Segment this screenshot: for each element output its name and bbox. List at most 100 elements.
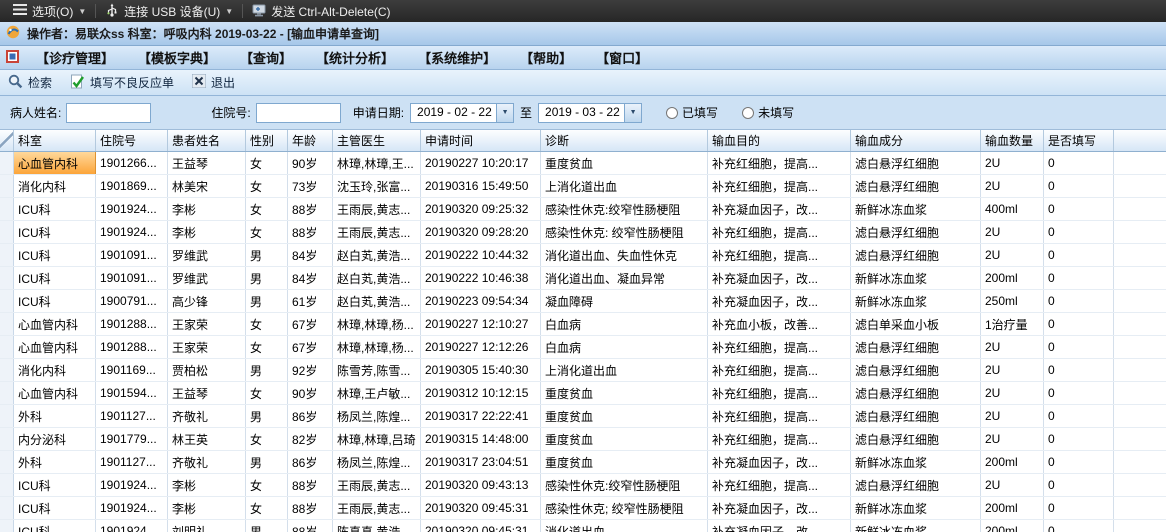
table-cell[interactable]: 新鲜冰冻血浆 — [851, 451, 981, 473]
table-cell[interactable]: 20190317 23:04:51 — [421, 451, 541, 473]
menu-item-statistics[interactable]: 【统计分析】 — [305, 48, 405, 67]
row-selector[interactable] — [0, 520, 14, 532]
table-cell[interactable]: 0 — [1044, 336, 1114, 358]
table-cell[interactable]: 86岁 — [288, 405, 333, 427]
table-cell[interactable]: 20190227 12:12:26 — [421, 336, 541, 358]
table-cell[interactable]: 陈真真,黄浩... — [333, 520, 421, 532]
table-cell[interactable]: 1901779... — [96, 428, 168, 450]
table-cell[interactable]: 90岁 — [288, 152, 333, 174]
table-cell[interactable]: 0 — [1044, 244, 1114, 266]
table-cell[interactable]: ICU科 — [14, 244, 96, 266]
table-cell[interactable]: 齐敬礼 — [168, 451, 246, 473]
row-selector[interactable] — [0, 267, 14, 289]
table-cell[interactable]: 林璋,林璋,杨... — [333, 336, 421, 358]
table-cell[interactable]: 补充红细胞，提高... — [708, 359, 851, 381]
table-cell[interactable]: 补充红细胞，提高... — [708, 405, 851, 427]
table-cell[interactable]: 88岁 — [288, 198, 333, 220]
table-cell[interactable]: 20190222 10:44:32 — [421, 244, 541, 266]
options-menu-button[interactable]: 选项(O) ▼ — [4, 0, 95, 22]
table-cell[interactable]: 84岁 — [288, 244, 333, 266]
select-all-header[interactable] — [0, 130, 14, 151]
table-cell[interactable]: 补充红细胞，提高... — [708, 474, 851, 496]
table-cell[interactable]: 王益琴 — [168, 152, 246, 174]
table-cell[interactable]: 新鲜冰冻血浆 — [851, 497, 981, 519]
column-header[interactable]: 主管医生 — [333, 130, 421, 151]
column-header[interactable]: 输血成分 — [851, 130, 981, 151]
table-cell[interactable]: 2U — [981, 152, 1044, 174]
table-cell[interactable]: 0 — [1044, 520, 1114, 532]
table-cell[interactable]: 滤白单采血小板 — [851, 313, 981, 335]
table-cell[interactable]: 67岁 — [288, 313, 333, 335]
table-cell[interactable]: 王雨辰,黄志... — [333, 198, 421, 220]
table-cell[interactable]: 女 — [246, 474, 288, 496]
table-row[interactable]: ICU科 1900791... 高少锋男 61岁 赵白芄,黄浩... 20190223 0… — [0, 290, 1166, 313]
table-cell[interactable]: 林璋,林璋,王... — [333, 152, 421, 174]
table-cell[interactable]: 67岁 — [288, 336, 333, 358]
table-cell[interactable]: 1901288... — [96, 313, 168, 335]
column-header[interactable]: 诊断 — [541, 130, 708, 151]
column-header[interactable]: 年龄 — [288, 130, 333, 151]
date-to-dropdown-button[interactable]: ▼ — [624, 103, 642, 122]
table-cell[interactable]: 心血管内科 — [14, 313, 96, 335]
table-cell[interactable]: 重度贫血 — [541, 405, 708, 427]
table-cell[interactable]: 滤白悬浮红细胞 — [851, 336, 981, 358]
table-cell[interactable]: 补充红细胞，提高... — [708, 336, 851, 358]
table-row[interactable]: 内分泌科 1901779... 林王英女 82岁 林璋,林璋,吕琦 20190315 14… — [0, 428, 1166, 451]
table-cell[interactable]: ICU科 — [14, 474, 96, 496]
table-cell[interactable]: ICU科 — [14, 497, 96, 519]
table-cell[interactable]: 滤白悬浮红细胞 — [851, 474, 981, 496]
table-cell[interactable]: 1901924... — [96, 198, 168, 220]
table-cell[interactable]: 重度贫血 — [541, 382, 708, 404]
column-header[interactable]: 科室 — [14, 130, 96, 151]
table-cell[interactable]: ICU科 — [14, 198, 96, 220]
row-selector[interactable] — [0, 290, 14, 312]
table-cell[interactable]: 补充红细胞，提高... — [708, 175, 851, 197]
row-selector[interactable] — [0, 359, 14, 381]
table-cell[interactable]: 滤白悬浮红细胞 — [851, 405, 981, 427]
table-cell[interactable]: 200ml — [981, 267, 1044, 289]
table-cell[interactable]: 73岁 — [288, 175, 333, 197]
table-cell[interactable]: 男 — [246, 451, 288, 473]
table-cell[interactable]: 补充红细胞，提高... — [708, 221, 851, 243]
table-cell[interactable]: 女 — [246, 336, 288, 358]
menu-item-system-maintenance[interactable]: 【系统维护】 — [407, 48, 507, 67]
table-cell[interactable]: 王益琴 — [168, 382, 246, 404]
table-cell[interactable]: 李彬 — [168, 221, 246, 243]
table-cell[interactable]: 1901924... — [96, 221, 168, 243]
table-cell[interactable]: 消化内科 — [14, 359, 96, 381]
table-cell[interactable]: 1901924... — [96, 474, 168, 496]
menu-item-query[interactable]: 【查询】 — [229, 48, 303, 67]
table-cell[interactable]: 滤白悬浮红细胞 — [851, 382, 981, 404]
table-cell[interactable]: 心血管内科 — [14, 152, 96, 174]
table-cell[interactable]: 感染性休克:绞窄性肠梗阻 — [541, 198, 708, 220]
table-cell[interactable]: 92岁 — [288, 359, 333, 381]
table-cell[interactable]: 20190320 09:25:32 — [421, 198, 541, 220]
table-cell[interactable]: 女 — [246, 221, 288, 243]
table-row[interactable]: 消化内科 1901169... 贾柏松男 92岁 陈雪芳,陈雪... 20190305 1… — [0, 359, 1166, 382]
table-cell[interactable]: 2U — [981, 428, 1044, 450]
table-cell[interactable]: 消化道出血、失血性休克 — [541, 244, 708, 266]
menu-item-window[interactable]: 【窗口】 — [585, 48, 659, 67]
table-cell[interactable]: 1901127... — [96, 451, 168, 473]
date-from-dropdown-button[interactable]: ▼ — [496, 103, 514, 122]
table-cell[interactable]: 90岁 — [288, 382, 333, 404]
menu-item-template-dictionary[interactable]: 【模板字典】 — [127, 48, 227, 67]
row-selector[interactable] — [0, 175, 14, 197]
table-cell[interactable]: 1901266... — [96, 152, 168, 174]
table-cell[interactable]: 新鲜冰冻血浆 — [851, 267, 981, 289]
table-cell[interactable]: 1901288... — [96, 336, 168, 358]
column-header[interactable]: 性别 — [246, 130, 288, 151]
table-cell[interactable]: 1901924... — [96, 497, 168, 519]
table-cell[interactable]: 白血病 — [541, 313, 708, 335]
table-cell[interactable]: 1901091... — [96, 244, 168, 266]
table-cell[interactable]: 李彬 — [168, 198, 246, 220]
admission-no-input[interactable] — [255, 102, 341, 123]
fill-adverse-reaction-button[interactable]: 填写不良反应单 — [70, 74, 174, 92]
table-cell[interactable]: 心血管内科 — [14, 382, 96, 404]
table-cell[interactable]: 88岁 — [288, 474, 333, 496]
table-cell[interactable]: 补充血小板，改善... — [708, 313, 851, 335]
table-cell[interactable]: 杨凤兰,陈煌... — [333, 451, 421, 473]
table-cell[interactable]: 重度贫血 — [541, 152, 708, 174]
table-cell[interactable]: 感染性休克: 绞窄性肠梗阻 — [541, 221, 708, 243]
table-cell[interactable]: 2U — [981, 359, 1044, 381]
